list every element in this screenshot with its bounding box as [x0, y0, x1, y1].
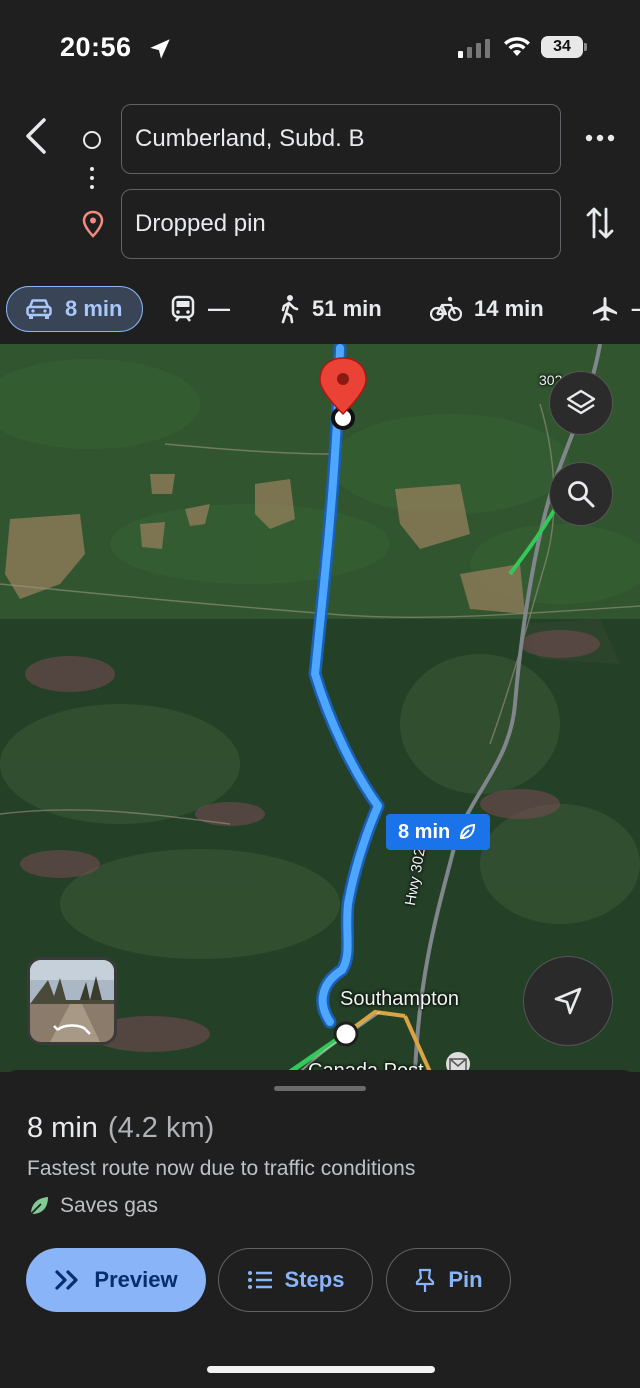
origin-circle-icon — [83, 131, 101, 149]
route-summary: 8 min (4.2 km) — [27, 1112, 214, 1145]
mode-drive-tab[interactable]: 8 min — [6, 286, 143, 332]
cellular-signal-icon — [458, 39, 490, 58]
map-view[interactable]: 302 Hwy 302 Southampton Canada Post 8 mi… — [0, 344, 640, 1072]
town-label[interactable]: Southampton — [340, 988, 459, 1011]
sheet-drag-handle[interactable] — [274, 1086, 366, 1091]
navigation-arrow-icon — [554, 987, 582, 1015]
route-details-sheet[interactable]: 8 min (4.2 km) Fastest route now due to t… — [0, 1070, 640, 1388]
route-distance: (4.2 km) — [107, 1112, 215, 1144]
location-arrow-icon — [150, 39, 170, 59]
airplane-icon — [593, 297, 617, 321]
route-time-badge[interactable]: 8 min — [386, 814, 491, 850]
back-arrow-icon[interactable] — [22, 116, 50, 156]
mode-walk-time: 51 min — [312, 296, 382, 321]
preview-label: Preview — [94, 1267, 178, 1292]
eco-badge: Saves gas — [27, 1194, 158, 1218]
wifi-icon — [504, 37, 530, 56]
double-chevron-icon — [55, 1270, 79, 1290]
search-icon — [568, 481, 595, 508]
mode-transit-time: — — [208, 296, 230, 321]
route-time-text: 8 min — [398, 820, 451, 843]
pin-label: Pin — [448, 1267, 483, 1292]
street-view-image — [30, 960, 114, 1042]
more-options-icon[interactable] — [585, 133, 615, 143]
route-duration: 8 min — [27, 1112, 98, 1144]
mode-walk-tab[interactable]: 51 min — [278, 286, 382, 332]
mode-flight-time: – — [631, 296, 640, 322]
mode-bike-tab[interactable]: 14 min — [430, 286, 544, 332]
leaf-icon — [30, 1197, 48, 1215]
bicycle-icon — [430, 296, 462, 322]
street-view-thumbnail[interactable] — [27, 957, 117, 1045]
mode-bike-time: 14 min — [474, 296, 544, 321]
destination-input[interactable]: Dropped pin — [121, 189, 561, 259]
destination-pin-icon — [82, 210, 104, 238]
status-time: 20:56 — [60, 32, 132, 62]
swap-directions-icon[interactable] — [585, 205, 615, 241]
pin-button[interactable]: Pin — [386, 1248, 511, 1312]
pushpin-icon — [416, 1268, 435, 1292]
eco-label: Saves gas — [60, 1194, 159, 1217]
steps-button[interactable]: Steps — [218, 1248, 373, 1312]
list-icon — [247, 1271, 272, 1289]
leaf-icon — [460, 823, 476, 839]
home-indicator[interactable] — [207, 1366, 435, 1373]
layers-button[interactable] — [549, 371, 613, 435]
mode-flight-tab[interactable]: – — [591, 286, 640, 332]
mode-drive-time: 8 min — [65, 296, 123, 321]
battery-indicator: 34 — [541, 36, 587, 58]
walk-icon — [281, 295, 299, 324]
status-bar: 20:56 34 — [0, 0, 640, 96]
route-note: Fastest route now due to traffic conditi… — [27, 1157, 416, 1180]
travel-mode-bar: 8 min — 51 min 14 min – — [0, 282, 640, 344]
preview-button[interactable]: Preview — [26, 1248, 206, 1312]
search-along-route-button[interactable] — [549, 462, 613, 526]
train-icon — [171, 295, 195, 322]
mode-transit-tab[interactable]: — — [170, 286, 230, 332]
origin-input[interactable]: Cumberland, Subd. B — [121, 104, 561, 174]
layers-icon — [566, 389, 596, 415]
recenter-button[interactable] — [523, 956, 613, 1046]
route-dots-icon — [90, 167, 94, 194]
steps-label: Steps — [284, 1267, 345, 1292]
car-icon — [26, 299, 52, 319]
